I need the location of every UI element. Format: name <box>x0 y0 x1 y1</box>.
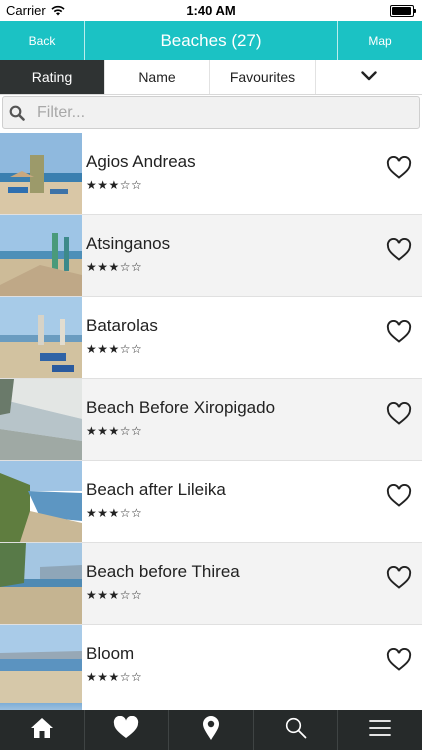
tab-map[interactable] <box>169 710 254 750</box>
list-item[interactable]: Atsinganos ★★★☆☆ <box>0 215 422 297</box>
star-rating: ★★★☆☆ <box>86 588 143 602</box>
list-item[interactable]: Batarolas ★★★☆☆ <box>0 297 422 379</box>
beach-thumbnail <box>0 461 82 542</box>
filter-input[interactable] <box>35 102 399 123</box>
beach-name: Beach before Thirea <box>86 562 240 581</box>
sort-tab-favourites[interactable]: Favourites <box>210 60 316 94</box>
list-item[interactable]: Beach after Lileika ★★★☆☆ <box>0 461 422 543</box>
beach-name: Beach after Lileika <box>86 480 226 499</box>
map-button[interactable]: Map <box>337 21 422 60</box>
star-rating: ★★★☆☆ <box>86 670 143 684</box>
battery-icon <box>390 5 416 17</box>
status-time: 1:40 AM <box>186 3 236 18</box>
heart-outline-icon[interactable] <box>386 319 412 344</box>
search-icon <box>9 102 31 124</box>
star-rating: ★★★☆☆ <box>86 178 143 192</box>
sort-tab-rating[interactable]: Rating <box>0 60 105 94</box>
map-pin-icon <box>202 715 220 746</box>
heart-outline-icon[interactable] <box>386 237 412 262</box>
tab-search[interactable] <box>254 710 339 750</box>
sort-tab-name[interactable]: Name <box>105 60 210 94</box>
heart-outline-icon[interactable] <box>386 401 412 426</box>
beach-thumbnail <box>0 297 82 378</box>
sort-bar: Rating Name Favourites <box>0 60 422 95</box>
tab-bar <box>0 710 422 750</box>
beach-name: Batarolas <box>86 316 158 335</box>
beach-thumbnail <box>0 625 82 706</box>
star-rating: ★★★☆☆ <box>86 342 143 356</box>
beach-name: Beach Before Xiropigado <box>86 398 276 417</box>
list-item[interactable]: Agios Andreas ★★★☆☆ <box>0 133 422 215</box>
home-icon <box>30 717 54 744</box>
beach-name: Agios Andreas <box>86 152 196 171</box>
star-rating: ★★★☆☆ <box>86 424 143 438</box>
beach-thumbnail <box>0 133 82 214</box>
back-button[interactable]: Back <box>0 21 85 60</box>
nav-bar: Back Beaches (27) Map <box>0 21 422 60</box>
beach-name: Atsinganos <box>86 234 171 253</box>
beach-name: Bloom <box>86 644 135 663</box>
star-rating: ★★★☆☆ <box>86 506 143 520</box>
chevron-down-icon <box>361 68 377 86</box>
list-item[interactable]: Beach before Thirea ★★★☆☆ <box>0 543 422 625</box>
star-rating: ★★★☆☆ <box>86 260 143 274</box>
beach-list: Agios Andreas ★★★☆☆ Atsinganos ★★★☆☆ Bat… <box>0 133 422 707</box>
tab-home[interactable] <box>0 710 85 750</box>
status-bar: Carrier 1:40 AM <box>0 0 422 21</box>
menu-icon <box>369 719 392 742</box>
list-item[interactable]: Bloom ★★★☆☆ <box>0 625 422 707</box>
beach-thumbnail <box>0 379 82 460</box>
tab-menu[interactable] <box>338 710 422 750</box>
heart-icon <box>113 715 139 744</box>
search-icon <box>285 717 307 744</box>
filter-field[interactable] <box>2 96 420 129</box>
heart-outline-icon[interactable] <box>386 565 412 590</box>
page-title: Beaches (27) <box>160 30 262 50</box>
tab-favourites[interactable] <box>85 710 170 750</box>
beach-thumbnail <box>0 543 82 624</box>
sort-more-button[interactable] <box>316 60 422 94</box>
beach-thumbnail <box>0 215 82 296</box>
heart-outline-icon[interactable] <box>386 155 412 180</box>
heart-outline-icon[interactable] <box>386 483 412 508</box>
heart-outline-icon[interactable] <box>386 647 412 672</box>
list-item[interactable]: Beach Before Xiropigado ★★★☆☆ <box>0 379 422 461</box>
